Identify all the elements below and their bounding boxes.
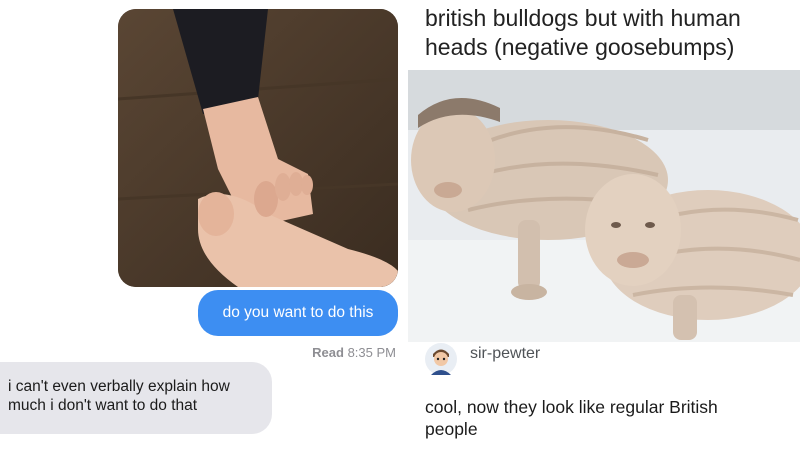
sent-message-bubble[interactable]: do you want to do this: [198, 290, 398, 336]
comment-line: cool, now they look like regular British: [425, 397, 718, 417]
received-message-line: much i don't want to do that: [8, 397, 198, 414]
sent-message-text: do you want to do this: [222, 304, 374, 321]
received-message-bubble[interactable]: i can't even verbally explain how much i…: [0, 362, 272, 434]
post-panel: british bulldogs but with human heads (n…: [405, 0, 800, 450]
post-title: british bulldogs but with human heads (n…: [425, 4, 741, 62]
attached-photo-feet[interactable]: [118, 9, 398, 287]
user-avatar[interactable]: [425, 343, 457, 375]
post-image-bulldogs[interactable]: [408, 70, 800, 342]
comment-username[interactable]: sir-pewter: [470, 345, 540, 363]
read-receipt: Read 8:35 PM: [312, 345, 396, 360]
post-title-line: british bulldogs but with human: [425, 5, 741, 31]
feet-photo-illustration: [118, 9, 398, 287]
bulldog-sculpture-illustration: [408, 70, 800, 342]
read-status: Read: [312, 345, 344, 360]
post-title-line: heads (negative goosebumps): [425, 34, 735, 60]
read-time: 8:35 PM: [347, 345, 396, 360]
comment-text: cool, now they look like regular British…: [425, 396, 718, 440]
received-message-line: i can't even verbally explain how: [8, 378, 230, 395]
avatar-icon: [425, 343, 457, 375]
meme-collage: do you want to do this Read 8:35 PM i ca…: [0, 0, 800, 450]
text-conversation-panel: do you want to do this Read 8:35 PM i ca…: [0, 0, 400, 450]
comment-line: people: [425, 419, 478, 439]
